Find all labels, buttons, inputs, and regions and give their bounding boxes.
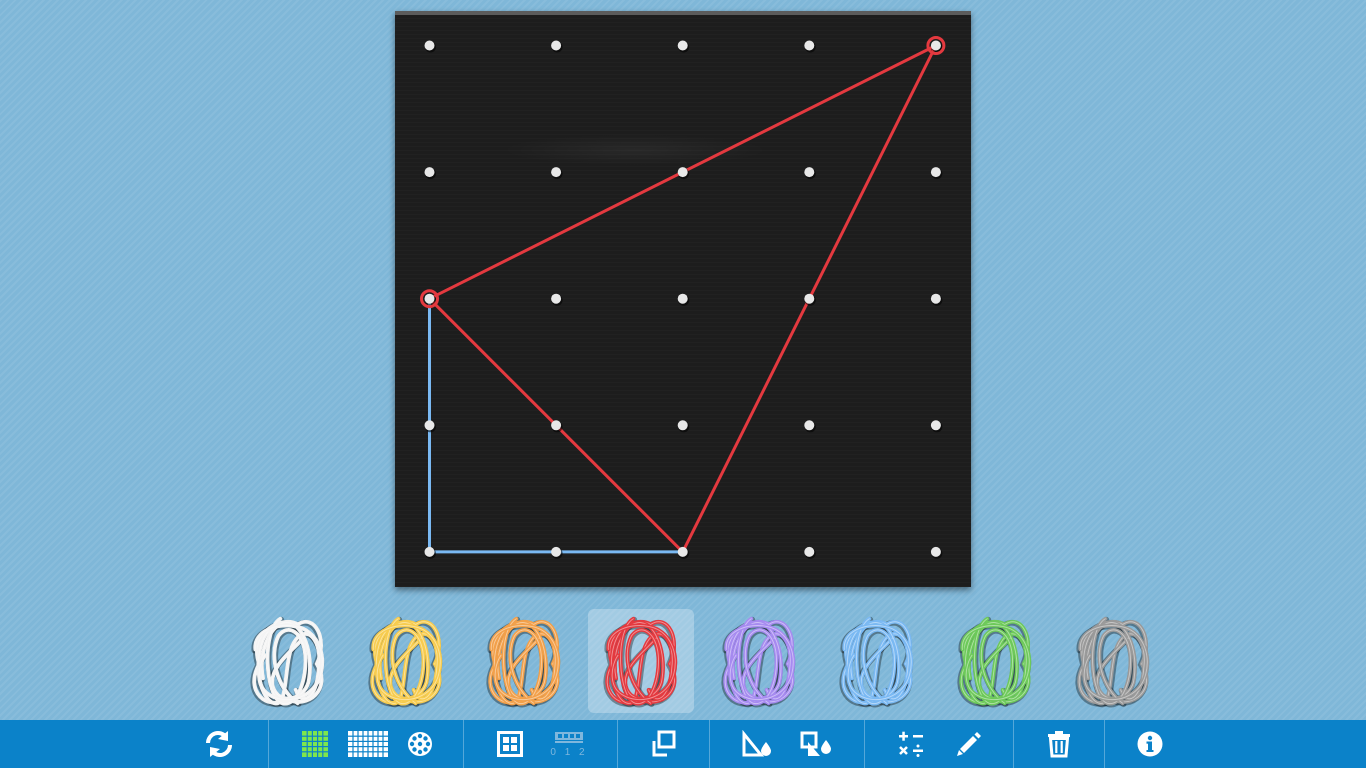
number-line-button[interactable]: 0 1 2 [546,720,592,768]
grid-5x5-button[interactable] [293,720,337,768]
peg[interactable] [930,40,941,51]
peg[interactable] [677,40,688,51]
band-color-white[interactable] [235,609,341,713]
number-line-icon [555,732,583,743]
circle-geoboard-icon [408,732,432,756]
peg[interactable] [804,167,815,178]
band-color-orange[interactable] [471,609,577,713]
grid-square-icon [497,731,523,757]
rubber-band-bundle-icon [603,616,678,708]
pencil-icon [957,732,981,756]
peg[interactable] [930,167,941,178]
duplicate-button[interactable] [641,720,685,768]
show-grid-button[interactable] [488,720,532,768]
math-operations-icon [899,731,923,757]
duplicate-icon [652,730,676,757]
peg[interactable] [551,40,562,51]
geoboard-canvas[interactable] [395,11,971,591]
toolbar-divider [617,720,618,768]
band-color-yellow[interactable] [353,609,459,713]
info-icon [1137,731,1163,757]
rubber-band-bundle-icon [957,616,1031,708]
triangle-fill-icon [742,730,771,757]
peg[interactable] [677,167,688,178]
circle-board-button[interactable] [398,720,442,768]
peg[interactable] [804,420,815,431]
rubber-band-bundle-icon [486,616,560,708]
peg[interactable] [424,420,435,431]
peg[interactable] [677,420,688,431]
band-color-tray [230,606,1170,716]
info-button[interactable] [1128,720,1172,768]
rubber-band-bundle-icon [250,616,325,708]
peg[interactable] [804,40,815,51]
measure-button[interactable] [889,720,933,768]
rubber-band-bundle-icon [839,616,914,708]
peg[interactable] [551,293,562,304]
peg[interactable] [804,546,815,557]
draw-button[interactable] [946,720,990,768]
shapes-fill-icon [800,731,831,756]
peg[interactable] [551,546,562,557]
grid-small-icon [302,731,328,757]
peg[interactable] [930,293,941,304]
peg[interactable] [677,546,688,557]
peg[interactable] [804,293,815,304]
peg[interactable] [424,167,435,178]
rubber-band-bundle-icon [721,616,796,708]
refresh-icon [206,731,232,757]
rubber-band-bundle-icon [368,616,442,708]
peg[interactable] [424,293,435,304]
band-color-green[interactable] [942,609,1048,713]
toolbar-divider [709,720,710,768]
toolbar-divider [1013,720,1014,768]
band-color-purple[interactable] [706,609,812,713]
band-color-blue[interactable] [824,609,930,713]
geoboard[interactable] [395,11,971,587]
number-line-label: 0 1 2 [550,747,588,758]
toolbar-divider [463,720,464,768]
trash-icon [1048,731,1070,758]
toolbar-divider [1104,720,1105,768]
fill-shape-button[interactable] [734,720,778,768]
peg[interactable] [930,546,941,557]
toolbar-divider [268,720,269,768]
band-color-gray[interactable] [1060,609,1166,713]
bottom-toolbar: 0 1 2 [0,720,1366,768]
grid-large-button[interactable] [345,720,391,768]
reset-button[interactable] [197,720,241,768]
rubber-band-bundle-icon [1075,616,1149,708]
delete-button[interactable] [1037,720,1081,768]
peg[interactable] [424,546,435,557]
grid-large-icon [348,731,388,757]
peg[interactable] [551,167,562,178]
peg[interactable] [930,420,941,431]
peg[interactable] [677,293,688,304]
peg[interactable] [551,420,562,431]
toolbar-divider [864,720,865,768]
fill-all-button[interactable] [794,720,838,768]
band-color-red[interactable] [588,609,695,713]
peg[interactable] [424,40,435,51]
